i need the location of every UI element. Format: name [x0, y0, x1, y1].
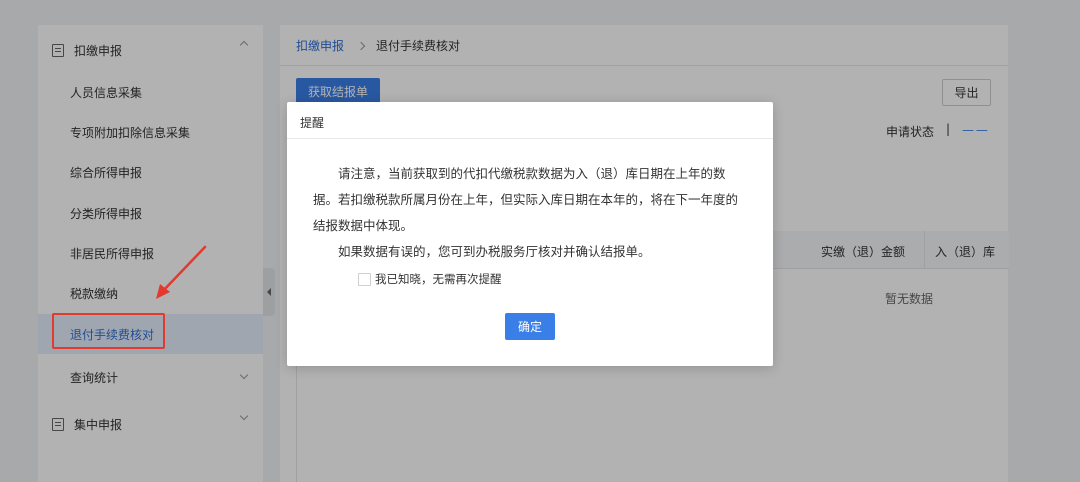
dialog-title: 提醒 — [287, 102, 773, 139]
annotation-highlight-box — [52, 313, 165, 349]
confirm-button[interactable]: 确定 — [505, 313, 555, 340]
dont-remind-checkbox-row[interactable]: 我已知晓，无需再次提醒 — [358, 269, 747, 289]
checkbox-label[interactable]: 我已知晓，无需再次提醒 — [375, 269, 502, 289]
dialog-paragraph: 请注意，当前获取到的代扣代缴税款数据为入（退）库日期在上年的数据。若扣缴税款所属… — [313, 166, 739, 233]
reminder-dialog: 提醒 请注意，当前获取到的代扣代缴税款数据为入（退）库日期在上年的数据。若扣缴税… — [287, 102, 773, 366]
dialog-body: 请注意，当前获取到的代扣代缴税款数据为入（退）库日期在上年的数据。若扣缴税款所属… — [287, 139, 773, 289]
annotation-arrow-icon — [156, 245, 207, 299]
dont-remind-checkbox[interactable] — [358, 272, 371, 286]
dialog-paragraph: 如果数据有误的，您可到办税服务厅核对并确认结报单。 — [338, 244, 651, 259]
